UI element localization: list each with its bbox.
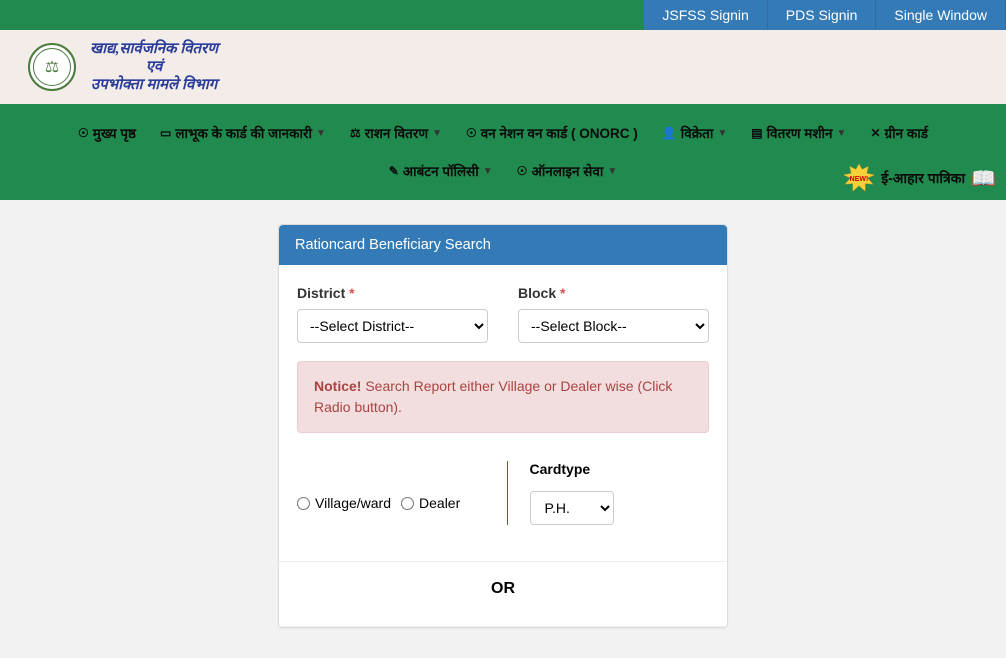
nav-home-label: मुख्य पृष्ठ bbox=[93, 124, 136, 142]
dept-title-line3: उपभोक्ता मामले विभाग bbox=[90, 76, 218, 94]
block-label: Block * bbox=[518, 285, 709, 301]
check-icon: ✕ bbox=[870, 126, 880, 140]
chevron-down-icon: ▼ bbox=[837, 128, 847, 139]
block-select[interactable]: --Select Block-- bbox=[518, 309, 709, 343]
user-icon: 👤 bbox=[662, 126, 677, 140]
notice-alert: Notice! Search Report either Village or … bbox=[297, 361, 709, 433]
book-icon: 📖 bbox=[971, 166, 996, 191]
dept-title: खाद्य,सार्वजनिक वितरण एवं उपभोक्ता मामले… bbox=[90, 40, 218, 94]
dept-title-line2: एवं bbox=[90, 58, 218, 76]
govt-emblem-icon bbox=[28, 43, 76, 91]
globe-icon: ☉ bbox=[517, 164, 528, 178]
new-badge-icon: NEW! bbox=[843, 164, 875, 192]
dealer-radio[interactable] bbox=[401, 497, 414, 510]
nav-greencard-label: ग्रीन कार्ड bbox=[885, 124, 928, 142]
scale-icon: ⚖ bbox=[350, 126, 361, 140]
chevron-down-icon: ▼ bbox=[432, 128, 442, 139]
cardtype-label: Cardtype bbox=[530, 461, 710, 477]
ehaar-link[interactable]: NEW! ई-आहार पात्रिका 📖 bbox=[843, 164, 996, 192]
divider bbox=[279, 626, 727, 627]
nav-policy-label: आबंटन पॉलिसी bbox=[403, 162, 479, 180]
pds-signin-button[interactable]: PDS Signin bbox=[768, 0, 877, 30]
nav-ration[interactable]: ⚖ राशन वितरण ▼ bbox=[338, 114, 454, 152]
dealer-radio-text: Dealer bbox=[419, 495, 460, 511]
card-icon: ▭ bbox=[160, 126, 171, 140]
nav-vendor-label: विक्रेता bbox=[681, 124, 714, 142]
nav-greencard[interactable]: ✕ ग्रीन कार्ड bbox=[858, 114, 940, 152]
nav-machine[interactable]: ▤ वितरण मशीन ▼ bbox=[739, 114, 858, 152]
nav-ration-label: राशन वितरण bbox=[365, 124, 428, 142]
header-band: खाद्य,सार्वजनिक वितरण एवं उपभोक्ता मामले… bbox=[0, 30, 1006, 104]
nav-home[interactable]: ☉ मुख्य पृष्ठ bbox=[66, 114, 148, 152]
chevron-down-icon: ▼ bbox=[717, 128, 727, 139]
rationcard-search-panel: Rationcard Beneficiary Search District *… bbox=[278, 224, 728, 628]
main-nav: ☉ मुख्य पृष्ठ ▭ लाभूक के कार्ड की जानकार… bbox=[0, 104, 1006, 200]
nav-vendor[interactable]: 👤 विक्रेता ▼ bbox=[650, 114, 739, 152]
dealer-radio-label[interactable]: Dealer bbox=[401, 495, 460, 511]
cardtype-select[interactable]: P.H. bbox=[530, 491, 614, 525]
nav-machine-label: वितरण मशीन bbox=[767, 124, 833, 142]
nav-policy[interactable]: ✎ आबंटन पॉलिसी ▼ bbox=[377, 152, 505, 190]
globe-icon: ☉ bbox=[466, 126, 477, 140]
village-radio-text: Village/ward bbox=[315, 495, 391, 511]
single-window-button[interactable]: Single Window bbox=[876, 0, 1006, 30]
village-radio[interactable] bbox=[297, 497, 310, 510]
panel-title: Rationcard Beneficiary Search bbox=[279, 225, 727, 265]
district-label: District * bbox=[297, 285, 488, 301]
nav-onorc[interactable]: ☉ वन नेशन वन कार्ड ( ONORC ) bbox=[454, 114, 650, 152]
nav-cardinfo-label: लाभूक के कार्ड की जानकारी bbox=[175, 124, 312, 142]
village-radio-label[interactable]: Village/ward bbox=[297, 495, 391, 511]
district-select[interactable]: --Select District-- bbox=[297, 309, 488, 343]
svg-text:NEW!: NEW! bbox=[850, 176, 869, 183]
doc-icon: ✎ bbox=[389, 164, 399, 178]
chevron-down-icon: ▼ bbox=[316, 128, 326, 139]
machine-icon: ▤ bbox=[751, 126, 762, 140]
top-signin-bar: JSFSS Signin PDS Signin Single Window bbox=[0, 0, 1006, 30]
chevron-down-icon: ▼ bbox=[483, 166, 493, 177]
or-separator: OR bbox=[297, 562, 709, 626]
ehaar-label: ई-आहार पात्रिका bbox=[881, 169, 965, 188]
nav-onorc-label: वन नेशन वन कार्ड ( ONORC ) bbox=[481, 124, 638, 142]
nav-online[interactable]: ☉ ऑनलाइन सेवा ▼ bbox=[505, 152, 630, 190]
nav-cardinfo[interactable]: ▭ लाभूक के कार्ड की जानकारी ▼ bbox=[148, 114, 338, 152]
dept-title-line1: खाद्य,सार्वजनिक वितरण bbox=[90, 40, 218, 58]
chevron-down-icon: ▼ bbox=[607, 166, 617, 177]
jsfss-signin-button[interactable]: JSFSS Signin bbox=[644, 0, 767, 30]
dashboard-icon: ☉ bbox=[78, 126, 89, 140]
content-area: Rationcard Beneficiary Search District *… bbox=[0, 200, 1006, 628]
nav-online-label: ऑनलाइन सेवा bbox=[531, 162, 603, 180]
